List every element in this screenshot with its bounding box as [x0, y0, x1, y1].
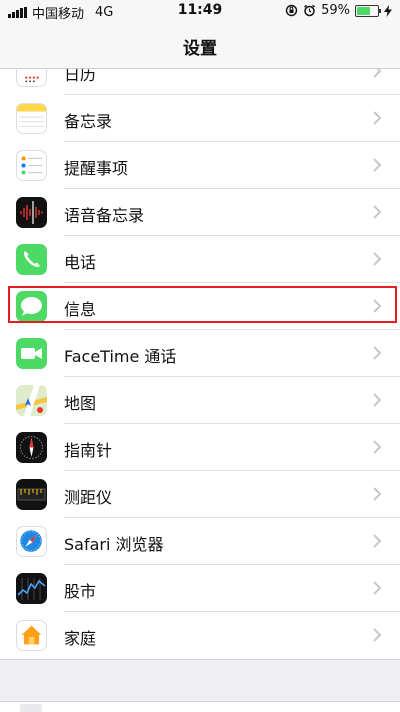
- settings-row-label: 地图: [64, 394, 97, 413]
- home-icon: [16, 620, 47, 651]
- status-right: 59%: [285, 3, 392, 18]
- chevron-right-icon: [373, 69, 382, 78]
- settings-row-voice-memos[interactable]: 语音备忘录: [0, 189, 400, 236]
- battery-percent: 59%: [321, 3, 350, 18]
- settings-row-label: Safari 浏览器: [64, 535, 164, 554]
- next-section-row[interactable]: [0, 701, 400, 712]
- settings-row-label: 家庭: [64, 629, 97, 648]
- settings-row-label: 日历: [64, 69, 97, 84]
- chevron-right-icon: [373, 581, 382, 595]
- chevron-right-icon: [373, 158, 382, 172]
- chevron-right-icon: [373, 393, 382, 407]
- navigation-bar: 设置: [0, 22, 400, 69]
- reminders-icon: [16, 150, 47, 181]
- settings-row-compass[interactable]: 指南针: [0, 424, 400, 471]
- chevron-right-icon: [373, 111, 382, 125]
- chevron-right-icon: [373, 487, 382, 501]
- orientation-lock-icon: [285, 4, 298, 17]
- settings-list[interactable]: 日历 备忘录 提醒事项 语音备忘录 电话 信息 FaceTime 通话 地图 指…: [0, 69, 400, 659]
- settings-row-calendar[interactable]: 日历: [0, 69, 400, 95]
- battery-icon: [355, 4, 381, 17]
- settings-row-phone[interactable]: 电话: [0, 236, 400, 283]
- calendar-icon: [16, 69, 47, 87]
- settings-row-home[interactable]: 家庭: [0, 612, 400, 659]
- settings-row-label: FaceTime 通话: [64, 347, 177, 366]
- notes-icon: [16, 103, 47, 134]
- settings-row-maps[interactable]: 地图: [0, 377, 400, 424]
- messages-icon: [16, 291, 47, 322]
- alarm-icon: [304, 4, 316, 17]
- settings-row-label: 股市: [64, 582, 97, 601]
- page-title: 设置: [183, 39, 217, 59]
- settings-row-messages[interactable]: 信息: [0, 283, 400, 330]
- settings-row-label: 电话: [64, 253, 97, 272]
- measure-icon: [16, 479, 47, 510]
- safari-icon: [16, 526, 47, 557]
- settings-row-stocks[interactable]: 股市: [0, 565, 400, 612]
- settings-row-label: 信息: [64, 300, 97, 319]
- facetime-icon: [16, 338, 47, 369]
- settings-row-reminders[interactable]: 提醒事项: [0, 142, 400, 189]
- phone-icon: [16, 244, 47, 275]
- settings-row-facetime[interactable]: FaceTime 通话: [0, 330, 400, 377]
- settings-row-measure[interactable]: 测距仪: [0, 471, 400, 518]
- chevron-right-icon: [373, 205, 382, 219]
- settings-row-label: 提醒事项: [64, 159, 129, 178]
- stocks-icon: [16, 573, 47, 604]
- maps-icon: [16, 385, 47, 416]
- settings-row-label: 测距仪: [64, 488, 113, 507]
- settings-row-safari[interactable]: Safari 浏览器: [0, 518, 400, 565]
- chevron-right-icon: [373, 440, 382, 454]
- compass-icon: [16, 432, 47, 463]
- chevron-right-icon: [373, 299, 382, 313]
- status-bar: 中国移动 4G 11:49 59%: [0, 0, 400, 22]
- settings-row-label: 备忘录: [64, 112, 113, 131]
- settings-row-notes[interactable]: 备忘录: [0, 95, 400, 142]
- chevron-right-icon: [373, 252, 382, 266]
- chevron-right-icon: [373, 346, 382, 360]
- chevron-right-icon: [373, 534, 382, 548]
- section-gap: [0, 659, 400, 702]
- charging-icon: [384, 4, 392, 17]
- voice-memos-icon: [16, 197, 47, 228]
- settings-row-label: 语音备忘录: [64, 206, 145, 225]
- settings-row-label: 指南针: [64, 441, 113, 460]
- chevron-right-icon: [373, 628, 382, 642]
